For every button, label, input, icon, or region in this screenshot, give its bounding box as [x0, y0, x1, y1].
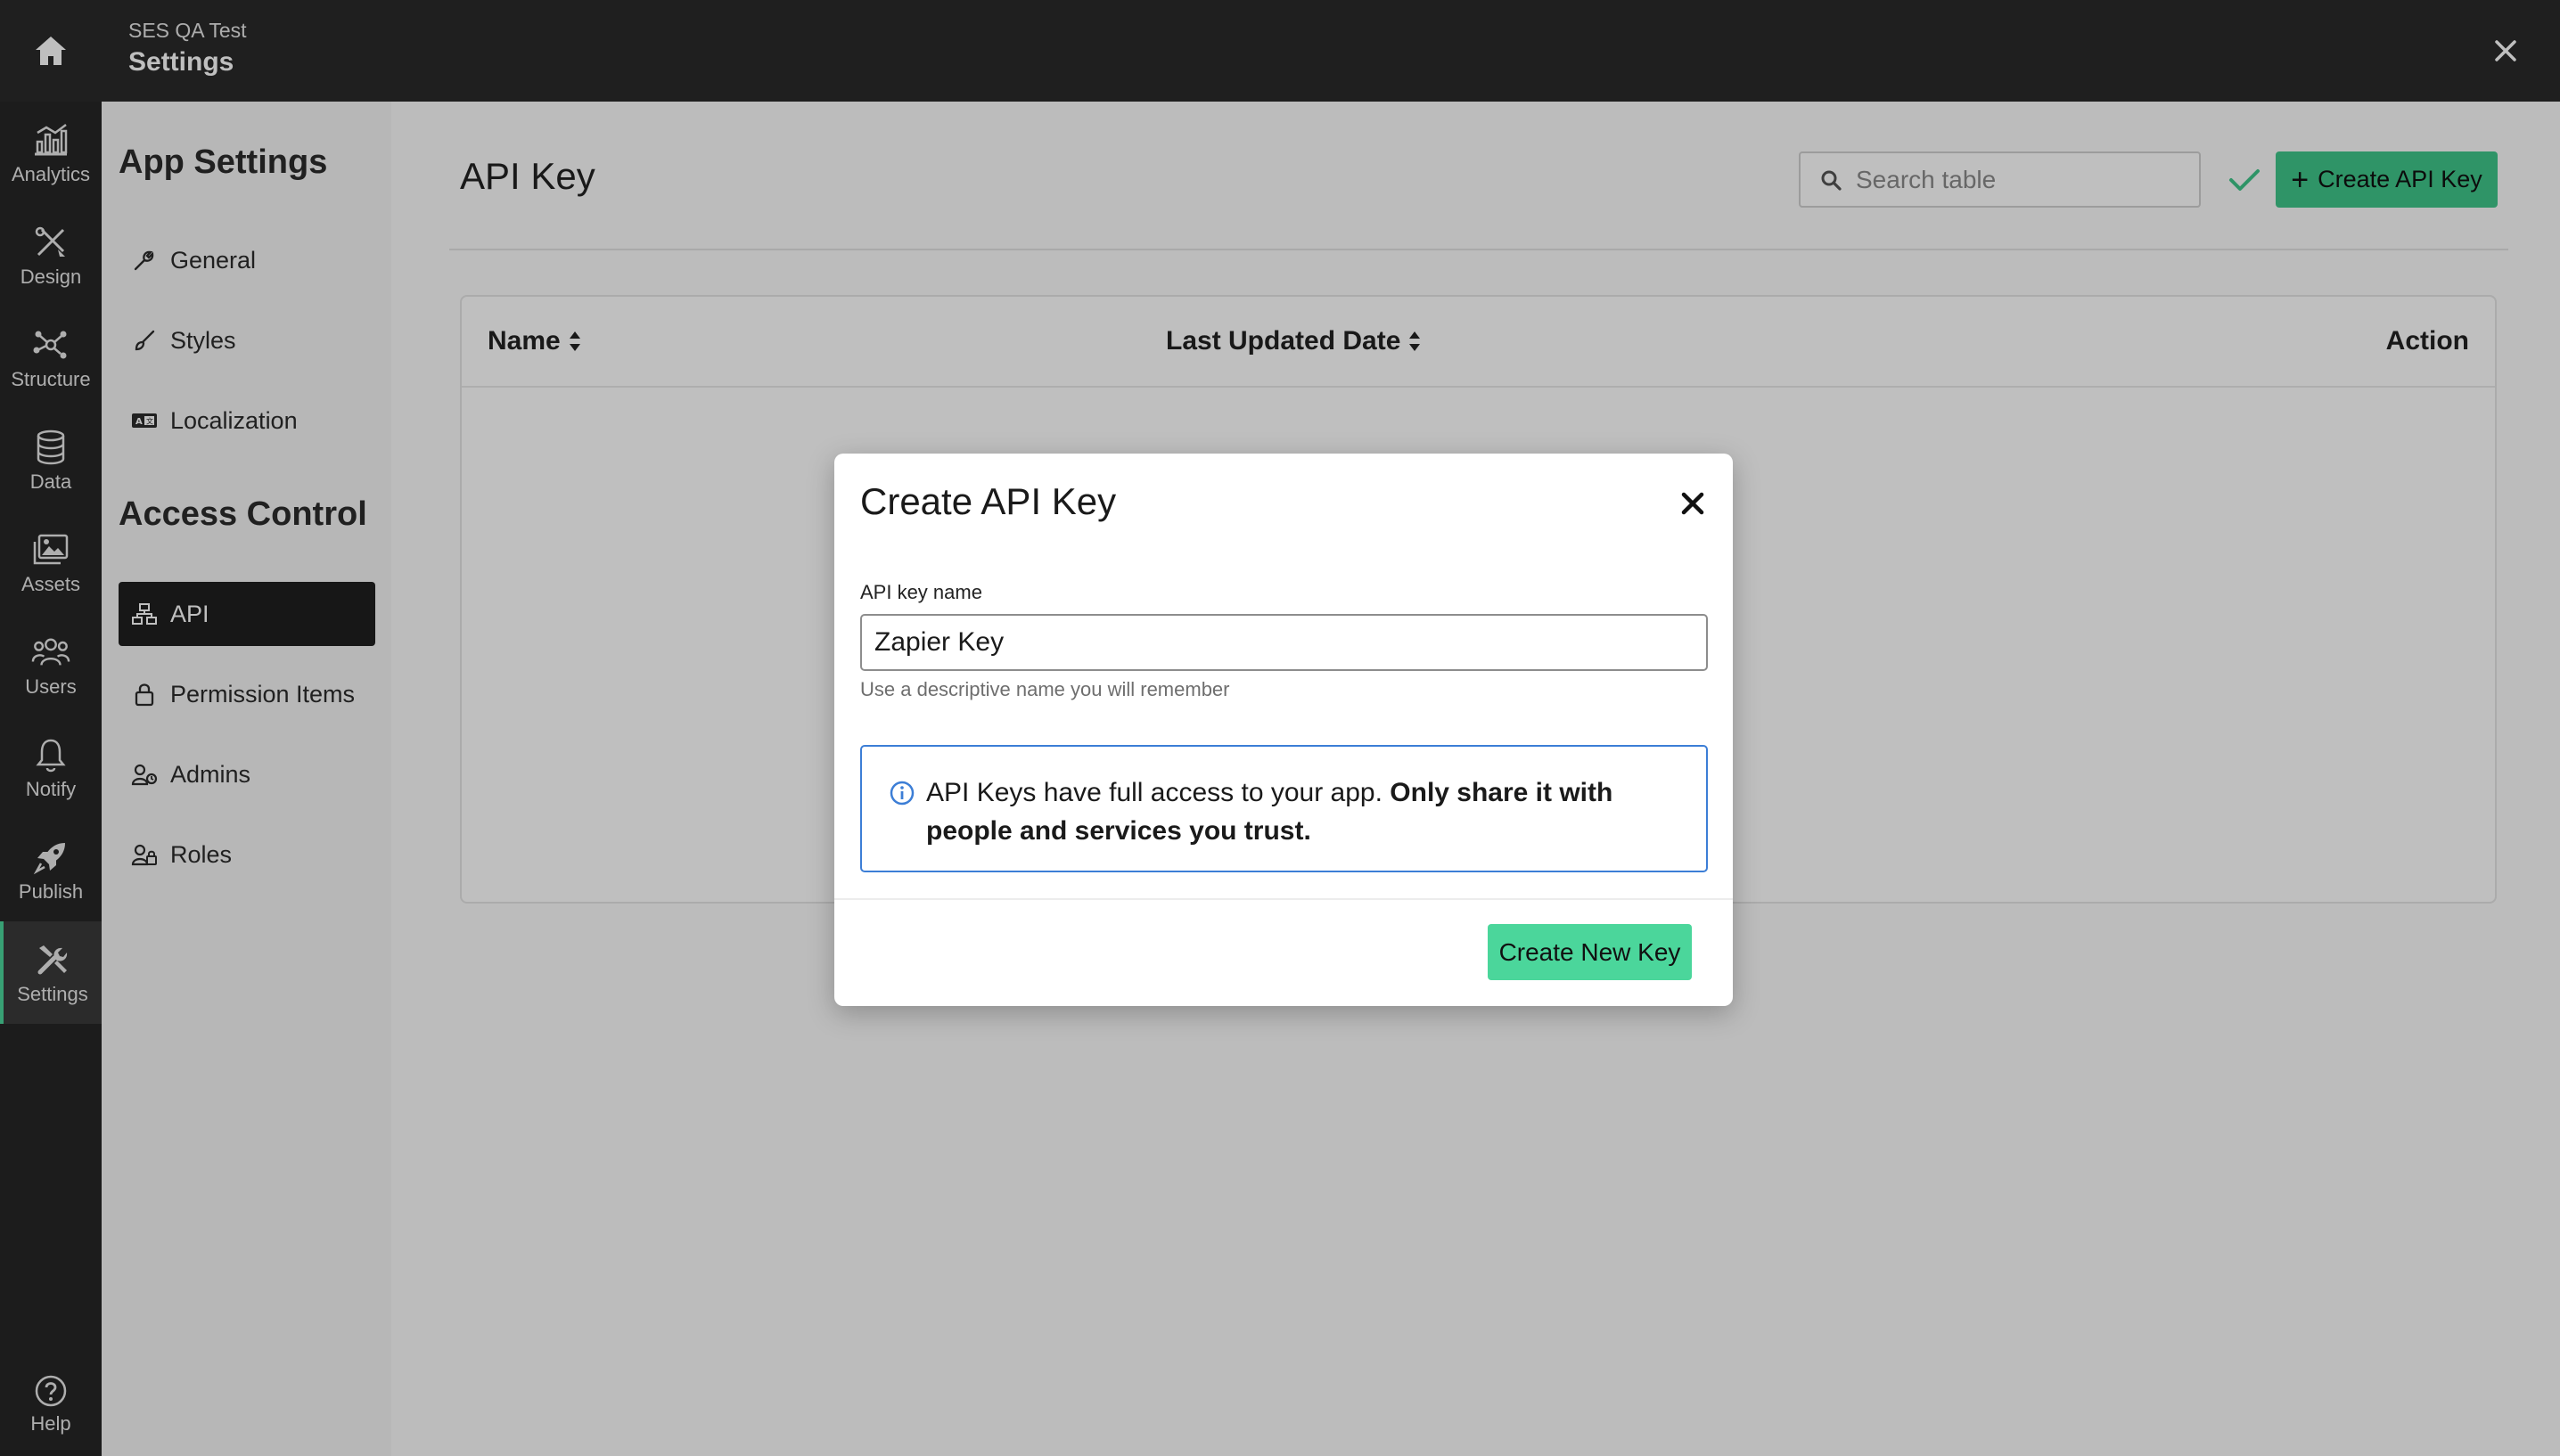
- info-icon: [890, 781, 915, 806]
- api-key-name-label: API key name: [860, 581, 982, 603]
- info-text: API Keys have full access to your app.: [926, 778, 1383, 807]
- create-api-key-modal: Create API Key API key name Use a descri…: [834, 454, 1733, 1006]
- modal-close-button[interactable]: [1675, 486, 1711, 521]
- close-icon: [1681, 492, 1704, 515]
- create-new-key-button[interactable]: Create New Key: [1488, 924, 1692, 980]
- info-callout: API Keys have full access to your app. O…: [860, 745, 1708, 872]
- api-key-name-help: Use a descriptive name you will remember: [860, 678, 1230, 700]
- api-key-name-input[interactable]: [860, 614, 1708, 671]
- modal-title: Create API Key: [860, 480, 1117, 522]
- modal-footer-divider: [834, 898, 1733, 900]
